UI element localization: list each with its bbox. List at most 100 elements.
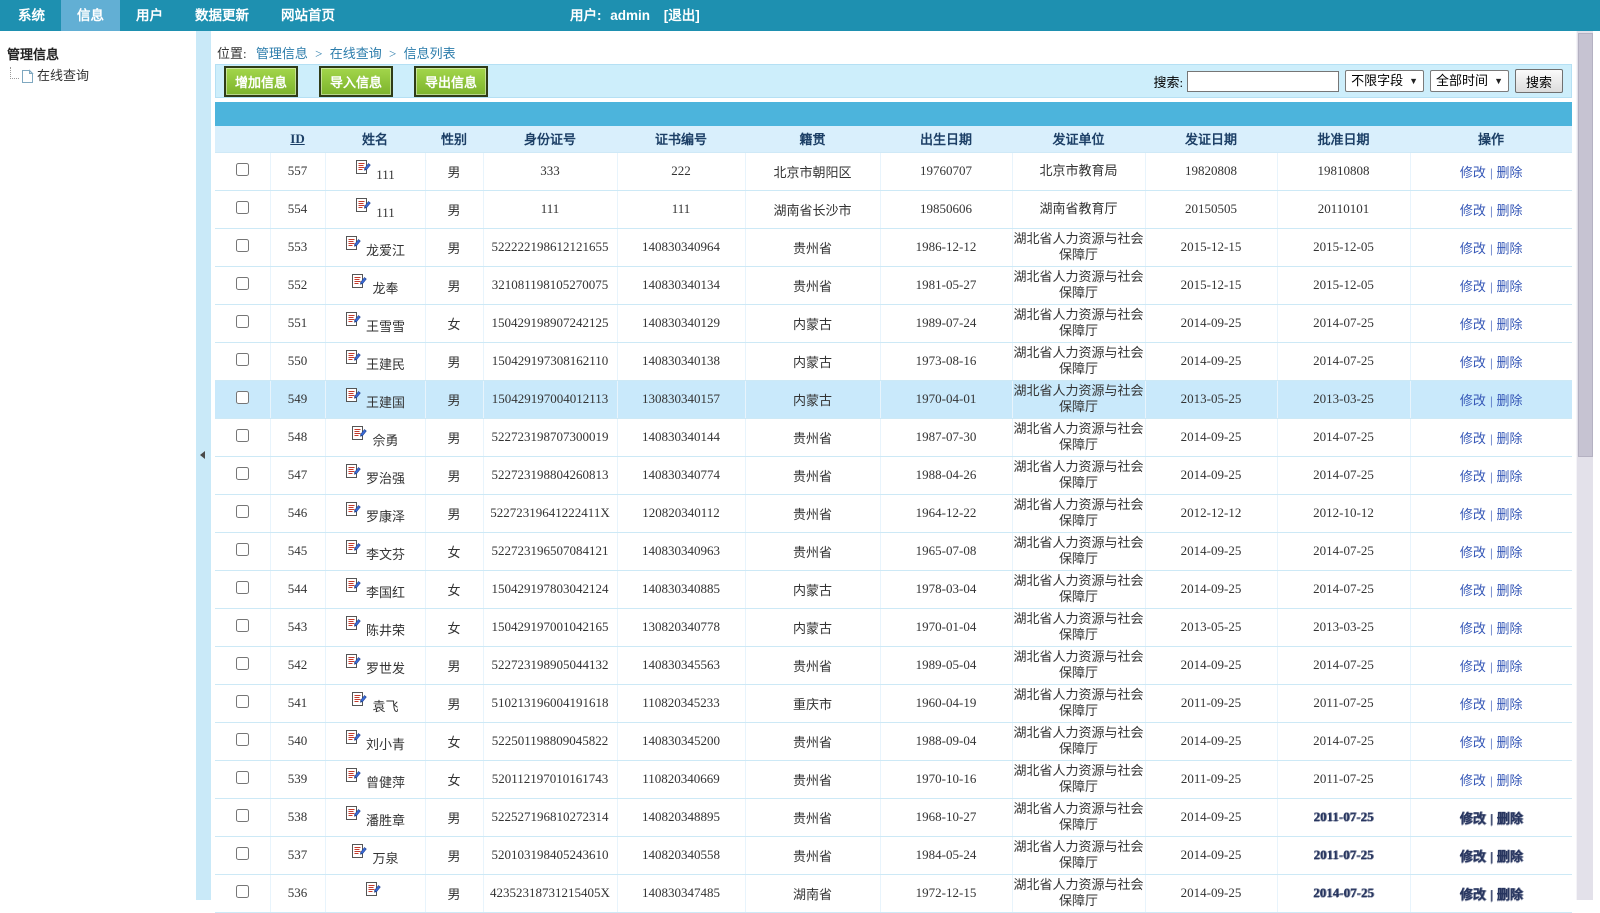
row-checkbox[interactable]: [236, 885, 249, 898]
edit-link[interactable]: 修改: [1460, 165, 1486, 180]
delete-link[interactable]: 删除: [1497, 317, 1523, 332]
delete-link[interactable]: 删除: [1497, 545, 1523, 560]
tab-site-home[interactable]: 网站首页: [265, 0, 351, 31]
edit-link[interactable]: 修改: [1460, 431, 1486, 446]
delete-link[interactable]: 删除: [1497, 431, 1523, 446]
edit-link[interactable]: 修改: [1460, 393, 1486, 408]
edit-link[interactable]: 修改: [1460, 241, 1486, 256]
search-input[interactable]: [1187, 71, 1339, 92]
row-checkbox[interactable]: [236, 467, 249, 480]
edit-link[interactable]: 修改: [1460, 811, 1486, 826]
row-checkbox[interactable]: [236, 809, 249, 822]
column-header-9: 发证日期: [1145, 126, 1277, 152]
time-filter-select[interactable]: 全部时间 ▼: [1430, 70, 1509, 92]
logout-link[interactable]: [退出]: [664, 8, 700, 23]
breadcrumb-item-1[interactable]: 管理信息: [256, 46, 308, 61]
row-checkbox[interactable]: [236, 847, 249, 860]
row-checkbox[interactable]: [236, 771, 249, 784]
vertical-scrollbar[interactable]: [1576, 31, 1593, 900]
delete-link[interactable]: 删除: [1497, 849, 1523, 864]
name-with-icon: 王雪雪: [345, 311, 405, 335]
export-info-button[interactable]: 导出信息: [414, 66, 488, 97]
edit-link[interactable]: 修改: [1460, 887, 1486, 902]
id-sort-link[interactable]: ID: [290, 131, 304, 146]
tab-user[interactable]: 用户: [120, 0, 179, 31]
row-checkbox[interactable]: [236, 657, 249, 670]
delete-link[interactable]: 删除: [1497, 165, 1523, 180]
breadcrumb-item-3[interactable]: 信息列表: [404, 46, 456, 61]
person-name: 陈井荣: [366, 620, 405, 639]
row-checkbox[interactable]: [236, 581, 249, 594]
delete-link[interactable]: 删除: [1497, 735, 1523, 750]
person-name: 111: [376, 167, 395, 183]
cell-native-place: 贵州省: [745, 266, 880, 304]
row-checkbox[interactable]: [236, 619, 249, 632]
tab-system[interactable]: 系统: [2, 0, 61, 31]
cell-birth-date: 1984-05-24: [880, 836, 1012, 874]
delete-link[interactable]: 删除: [1497, 773, 1523, 788]
delete-link[interactable]: 删除: [1497, 203, 1523, 218]
delete-link[interactable]: 删除: [1497, 583, 1523, 598]
edit-link[interactable]: 修改: [1460, 203, 1486, 218]
name-with-icon: 龙爱江: [345, 235, 405, 259]
sidebar-item-online-query[interactable]: 在线查询: [0, 65, 196, 84]
cell-issuing-unit: 湖北省人力资源与社会保障厅: [1012, 570, 1145, 608]
delete-link[interactable]: 删除: [1497, 887, 1523, 902]
delete-link[interactable]: 删除: [1497, 355, 1523, 370]
add-info-button[interactable]: 增加信息: [224, 66, 298, 97]
cell-birth-date: 1973-08-16: [880, 342, 1012, 380]
cell-birth-date: 1972-12-15: [880, 874, 1012, 912]
edit-link[interactable]: 修改: [1460, 583, 1486, 598]
row-checkbox[interactable]: [236, 315, 249, 328]
import-info-button[interactable]: 导入信息: [319, 66, 393, 97]
delete-link[interactable]: 删除: [1497, 241, 1523, 256]
cell-birth-date: 1989-07-24: [880, 304, 1012, 342]
name-with-icon: 万泉: [351, 843, 398, 867]
sidebar-splitter[interactable]: [196, 31, 211, 900]
edit-link[interactable]: 修改: [1460, 545, 1486, 560]
delete-link[interactable]: 删除: [1497, 279, 1523, 294]
edit-link[interactable]: 修改: [1460, 355, 1486, 370]
row-checkbox[interactable]: [236, 733, 249, 746]
row-checkbox[interactable]: [236, 201, 249, 214]
delete-link[interactable]: 删除: [1497, 811, 1523, 826]
edit-link[interactable]: 修改: [1460, 279, 1486, 294]
breadcrumb-item-2[interactable]: 在线查询: [330, 46, 382, 61]
edit-link[interactable]: 修改: [1460, 507, 1486, 522]
edit-link[interactable]: 修改: [1460, 469, 1486, 484]
delete-link[interactable]: 删除: [1497, 621, 1523, 636]
field-filter-select[interactable]: 不限字段 ▼: [1345, 70, 1424, 92]
cell-operations: 修改|删除: [1410, 608, 1572, 646]
row-checkbox[interactable]: [236, 277, 249, 290]
edit-link[interactable]: 修改: [1460, 735, 1486, 750]
row-checkbox[interactable]: [236, 239, 249, 252]
delete-link[interactable]: 删除: [1497, 659, 1523, 674]
cell-native-place: 内蒙古: [745, 570, 880, 608]
delete-link[interactable]: 删除: [1497, 697, 1523, 712]
edit-link[interactable]: 修改: [1460, 697, 1486, 712]
row-checkbox[interactable]: [236, 695, 249, 708]
table-row: 541袁飞男510213196004191618110820345233重庆市1…: [215, 684, 1572, 722]
edit-link[interactable]: 修改: [1460, 849, 1486, 864]
edit-link[interactable]: 修改: [1460, 317, 1486, 332]
delete-link[interactable]: 删除: [1497, 469, 1523, 484]
tab-info[interactable]: 信息: [61, 0, 120, 31]
collapse-arrow-icon[interactable]: [200, 451, 205, 459]
tab-data-update[interactable]: 数据更新: [179, 0, 265, 31]
edit-link[interactable]: 修改: [1460, 773, 1486, 788]
row-checkbox[interactable]: [236, 353, 249, 366]
delete-link[interactable]: 删除: [1497, 393, 1523, 408]
delete-link[interactable]: 删除: [1497, 507, 1523, 522]
row-checkbox[interactable]: [236, 429, 249, 442]
row-checkbox[interactable]: [236, 391, 249, 404]
row-checkbox[interactable]: [236, 163, 249, 176]
cell-operations: 修改|删除: [1410, 418, 1572, 456]
cell-birth-date: 1964-12-22: [880, 494, 1012, 532]
edit-link[interactable]: 修改: [1460, 659, 1486, 674]
row-checkbox[interactable]: [236, 505, 249, 518]
search-button[interactable]: 搜索: [1515, 69, 1563, 93]
scrollbar-thumb[interactable]: [1578, 33, 1593, 457]
row-checkbox[interactable]: [236, 543, 249, 556]
cell-name: 龙奉: [325, 266, 425, 304]
edit-link[interactable]: 修改: [1460, 621, 1486, 636]
